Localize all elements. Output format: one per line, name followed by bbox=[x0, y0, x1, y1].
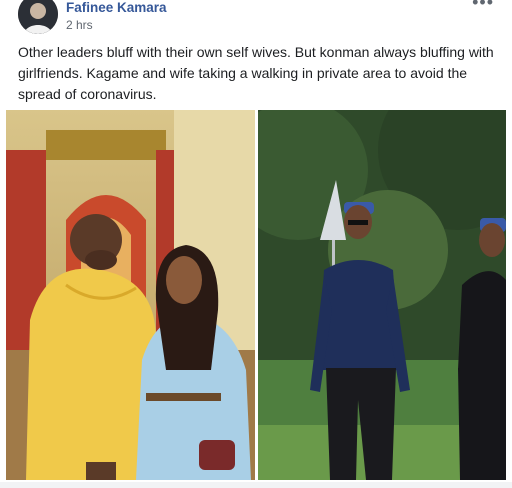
photo-left[interactable] bbox=[6, 110, 255, 480]
author-name[interactable]: Fafinee Kamara bbox=[66, 0, 167, 15]
more-options-icon[interactable]: ••• bbox=[472, 0, 494, 13]
post-text: Other leaders bluff with their own self … bbox=[18, 44, 494, 102]
photo-left-image bbox=[6, 110, 255, 480]
author-avatar[interactable] bbox=[18, 0, 58, 34]
facebook-post: Fafinee Kamara 2 hrs ••• Other leaders b… bbox=[0, 0, 512, 488]
post-bottom-edge bbox=[0, 482, 512, 488]
photo-right[interactable] bbox=[258, 110, 506, 480]
post-timestamp[interactable]: 2 hrs bbox=[66, 18, 93, 32]
avatar-image bbox=[18, 0, 58, 34]
photo-right-image bbox=[258, 110, 506, 480]
post-header: Fafinee Kamara 2 hrs ••• bbox=[0, 0, 512, 40]
